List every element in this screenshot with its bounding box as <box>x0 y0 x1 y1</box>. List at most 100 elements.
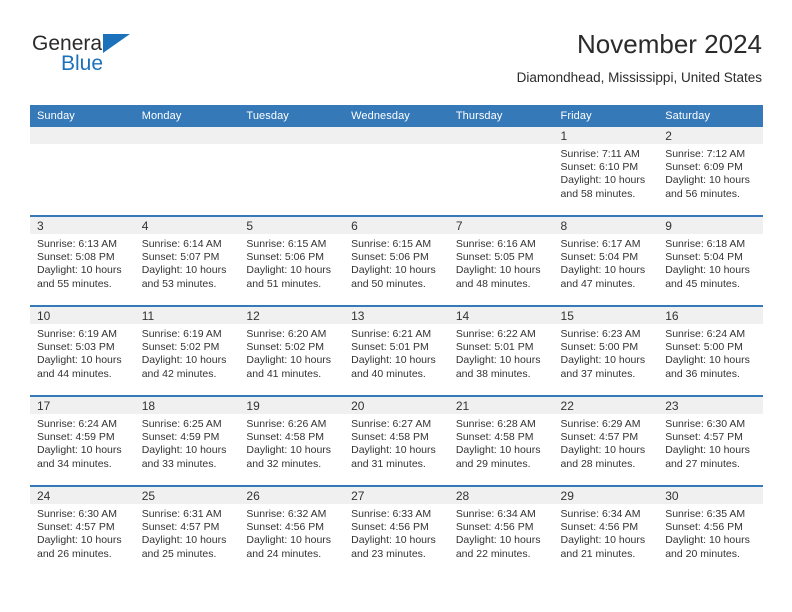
calendar-day-cell[interactable]: 4 Sunrise: 6:14 AM Sunset: 5:07 PM Daylight… <box>134 215 240 306</box>
calendar-day-cell[interactable]: 10 Sunrise: 6:19 AM Sunset: 5:03 PM Dayligh… <box>30 305 135 396</box>
weekday-header-thursday: Thursday <box>448 105 554 127</box>
sunset-text: Sunset: 5:04 PM <box>665 251 743 264</box>
sunset-text: Sunset: 4:58 PM <box>455 431 534 444</box>
daylight-text: Daylight: 10 hours and 37 minutes. <box>560 354 646 380</box>
calendar-day-cell[interactable]: 27 Sunrise: 6:33 AM Sunset: 4:56 PM Dayligh… <box>344 485 449 575</box>
daylight-text: Daylight: 10 hours and 56 minutes. <box>665 174 750 200</box>
sunrise-text: Sunrise: 6:15 AM <box>351 238 432 250</box>
calendar-day-cell[interactable]: 30 Sunrise: 6:35 AM Sunset: 4:56 PM Dayligh… <box>658 485 763 575</box>
day-number: 19 <box>239 397 345 414</box>
calendar-day-cell[interactable]: 6 Sunrise: 6:15 AM Sunset: 5:06 PM Daylight… <box>344 215 449 306</box>
daylight-text: Daylight: 10 hours and 24 minutes. <box>246 534 332 560</box>
sunset-text: Sunset: 6:09 PM <box>665 161 743 174</box>
daylight-text: Daylight: 10 hours and 25 minutes. <box>141 534 227 560</box>
calendar-empty-cell <box>448 127 554 216</box>
calendar-day-cell[interactable]: 17 Sunrise: 6:24 AM Sunset: 4:59 PM Dayligh… <box>30 395 135 486</box>
sunrise-text: Sunrise: 6:24 AM <box>37 418 117 430</box>
calendar-week-row: 3 Sunrise: 6:13 AM Sunset: 5:08 PM Daylight… <box>30 215 763 306</box>
day-number: 27 <box>344 487 449 504</box>
calendar-day-cell[interactable]: 11 Sunrise: 6:19 AM Sunset: 5:02 PM Dayligh… <box>134 305 240 396</box>
sunrise-text: Sunrise: 6:21 AM <box>351 328 432 340</box>
day-sun-info: Sunrise: 6:15 AM Sunset: 5:06 PM Daylight:… <box>344 234 449 291</box>
calendar-table: Sunday Monday Tuesday Wednesday Thursday… <box>30 105 763 575</box>
calendar-day-cell[interactable]: 8 Sunrise: 6:17 AM Sunset: 5:04 PM Daylight… <box>553 215 659 306</box>
sunset-text: Sunset: 4:56 PM <box>560 521 639 534</box>
calendar-day-cell[interactable]: 29 Sunrise: 6:34 AM Sunset: 4:56 PM Dayligh… <box>553 485 659 575</box>
sunset-text: Sunset: 4:57 PM <box>560 431 639 444</box>
calendar-week-row: 24 Sunrise: 6:30 AM Sunset: 4:57 PM Dayligh… <box>30 485 763 575</box>
daylight-text: Daylight: 10 hours and 55 minutes. <box>37 264 122 290</box>
day-sun-info: Sunrise: 6:21 AM Sunset: 5:01 PM Daylight:… <box>344 324 449 381</box>
daylight-text: Daylight: 10 hours and 53 minutes. <box>141 264 227 290</box>
day-sun-info: Sunrise: 6:15 AM Sunset: 5:06 PM Daylight:… <box>239 234 344 291</box>
calendar-day-cell[interactable]: 5 Sunrise: 6:15 AM Sunset: 5:06 PM Daylight… <box>239 215 345 306</box>
daylight-text: Daylight: 10 hours and 34 minutes. <box>37 444 122 470</box>
logo-text-blue: Blue <box>61 52 104 75</box>
day-sun-info: Sunrise: 6:14 AM Sunset: 5:07 PM Daylight:… <box>135 234 240 291</box>
page-subtitle: Diamondhead, Mississippi, United States <box>516 70 762 85</box>
day-number: 4 <box>134 217 240 234</box>
sunrise-text: Sunrise: 6:31 AM <box>141 508 222 520</box>
day-number <box>134 127 240 144</box>
daylight-text: Daylight: 10 hours and 44 minutes. <box>37 354 122 380</box>
calendar-day-cell[interactable]: 3 Sunrise: 6:13 AM Sunset: 5:08 PM Daylight… <box>30 215 135 306</box>
sunset-text: Sunset: 5:05 PM <box>455 251 534 264</box>
day-sun-info: Sunrise: 6:20 AM Sunset: 5:02 PM Daylight:… <box>239 324 344 381</box>
daylight-text: Daylight: 10 hours and 21 minutes. <box>560 534 646 560</box>
sunset-text: Sunset: 5:01 PM <box>455 341 534 354</box>
calendar-day-cell[interactable]: 7 Sunrise: 6:16 AM Sunset: 5:05 PM Daylight… <box>448 215 554 306</box>
sunrise-text: Sunrise: 6:30 AM <box>665 418 746 430</box>
calendar-day-cell[interactable]: 16 Sunrise: 6:24 AM Sunset: 5:00 PM Dayligh… <box>658 305 763 396</box>
weekday-header-monday: Monday <box>134 105 240 127</box>
daylight-text: Daylight: 10 hours and 40 minutes. <box>351 354 436 380</box>
day-number: 17 <box>30 397 135 414</box>
sunset-text: Sunset: 4:56 PM <box>351 521 429 534</box>
daylight-text: Daylight: 10 hours and 58 minutes. <box>560 174 646 200</box>
calendar-day-cell[interactable]: 23 Sunrise: 6:30 AM Sunset: 4:57 PM Dayligh… <box>658 395 763 486</box>
day-number: 10 <box>30 307 135 324</box>
calendar-day-cell[interactable]: 20 Sunrise: 6:27 AM Sunset: 4:58 PM Dayligh… <box>344 395 449 486</box>
sunset-text: Sunset: 4:58 PM <box>351 431 429 444</box>
sunrise-text: Sunrise: 6:34 AM <box>560 508 641 520</box>
calendar-empty-cell <box>134 127 240 216</box>
day-sun-info: Sunrise: 6:18 AM Sunset: 5:04 PM Daylight:… <box>658 234 763 291</box>
day-sun-info: Sunrise: 6:26 AM Sunset: 4:58 PM Daylight:… <box>239 414 344 471</box>
calendar-empty-cell <box>239 127 345 216</box>
general-blue-logo[interactable]: General Blue <box>30 32 200 88</box>
sunrise-text: Sunrise: 6:27 AM <box>351 418 432 430</box>
sunset-text: Sunset: 4:59 PM <box>141 431 220 444</box>
calendar-day-cell[interactable]: 18 Sunrise: 6:25 AM Sunset: 4:59 PM Dayligh… <box>134 395 240 486</box>
sunset-text: Sunset: 5:07 PM <box>141 251 220 264</box>
sunrise-text: Sunrise: 6:32 AM <box>246 508 327 520</box>
day-sun-info: Sunrise: 6:27 AM Sunset: 4:58 PM Daylight:… <box>344 414 449 471</box>
weekday-header-tuesday: Tuesday <box>239 105 345 127</box>
sunrise-text: Sunrise: 6:33 AM <box>351 508 432 520</box>
daylight-text: Daylight: 10 hours and 29 minutes. <box>455 444 541 470</box>
calendar-day-cell[interactable]: 28 Sunrise: 6:34 AM Sunset: 4:56 PM Dayligh… <box>448 485 554 575</box>
calendar-day-cell[interactable]: 1 Sunrise: 7:11 AM Sunset: 6:10 PM Daylight… <box>553 127 659 216</box>
calendar-day-cell[interactable]: 15 Sunrise: 6:23 AM Sunset: 5:00 PM Dayligh… <box>553 305 659 396</box>
calendar-day-cell[interactable]: 9 Sunrise: 6:18 AM Sunset: 5:04 PM Daylight… <box>658 215 763 306</box>
calendar-day-cell[interactable]: 12 Sunrise: 6:20 AM Sunset: 5:02 PM Dayligh… <box>239 305 345 396</box>
calendar-day-cell[interactable]: 25 Sunrise: 6:31 AM Sunset: 4:57 PM Dayligh… <box>134 485 240 575</box>
day-number: 11 <box>134 307 240 324</box>
calendar-day-cell[interactable]: 13 Sunrise: 6:21 AM Sunset: 5:01 PM Dayligh… <box>344 305 449 396</box>
day-number: 23 <box>658 397 763 414</box>
calendar-day-cell[interactable]: 14 Sunrise: 6:22 AM Sunset: 5:01 PM Dayligh… <box>448 305 554 396</box>
day-number: 9 <box>658 217 763 234</box>
calendar-day-cell[interactable]: 2 Sunrise: 7:12 AM Sunset: 6:09 PM Daylight… <box>658 127 763 216</box>
day-number: 15 <box>553 307 659 324</box>
day-sun-info: Sunrise: 6:35 AM Sunset: 4:56 PM Daylight:… <box>658 504 763 561</box>
day-number: 20 <box>344 397 449 414</box>
day-number: 24 <box>30 487 135 504</box>
calendar-day-cell[interactable]: 19 Sunrise: 6:26 AM Sunset: 4:58 PM Dayligh… <box>239 395 345 486</box>
sunrise-text: Sunrise: 6:17 AM <box>560 238 641 250</box>
sunset-text: Sunset: 4:57 PM <box>37 521 115 534</box>
calendar-day-cell[interactable]: 21 Sunrise: 6:28 AM Sunset: 4:58 PM Dayligh… <box>448 395 554 486</box>
calendar-day-cell[interactable]: 24 Sunrise: 6:30 AM Sunset: 4:57 PM Dayligh… <box>30 485 135 575</box>
calendar-day-cell[interactable]: 22 Sunrise: 6:29 AM Sunset: 4:57 PM Dayligh… <box>553 395 659 486</box>
sunrise-text: Sunrise: 6:28 AM <box>455 418 536 430</box>
calendar-day-cell[interactable]: 26 Sunrise: 6:32 AM Sunset: 4:56 PM Dayligh… <box>239 485 345 575</box>
sunrise-text: Sunrise: 6:19 AM <box>141 328 222 340</box>
sunrise-text: Sunrise: 6:16 AM <box>455 238 536 250</box>
